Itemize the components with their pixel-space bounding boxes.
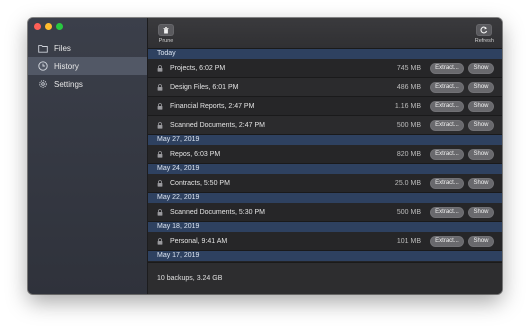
lock-icon bbox=[157, 208, 163, 216]
extract-button[interactable]: Extract... bbox=[430, 119, 464, 131]
main-panel: Prune Refresh Today Projects, 6:02 PM 74… bbox=[148, 18, 502, 294]
list-item[interactable]: Projects, 6:02 PM 745 MB Extract... Show bbox=[148, 59, 502, 78]
backup-size: 101 MB bbox=[396, 237, 421, 245]
backup-name: Financial Reports, 2:47 PM bbox=[170, 102, 255, 110]
backup-name: Projects, 6:02 PM bbox=[170, 64, 226, 72]
list-item[interactable]: Scanned Documents, 2:47 PM 500 MB Extrac… bbox=[148, 116, 502, 135]
sidebar-item-settings[interactable]: Settings bbox=[28, 75, 147, 93]
gear-icon bbox=[38, 79, 48, 89]
show-button[interactable]: Show bbox=[468, 148, 494, 160]
backup-name: Personal, 9:41 AM bbox=[170, 237, 228, 245]
close-window-button[interactable] bbox=[34, 23, 41, 30]
lock-icon bbox=[157, 83, 163, 91]
app-window: Files History Settings Prune Refresh Tod… bbox=[28, 18, 502, 294]
show-button[interactable]: Show bbox=[468, 62, 494, 74]
list-item[interactable]: Personal, 9:41 AM 101 MB Extract... Show bbox=[148, 232, 502, 251]
backup-size: 500 MB bbox=[396, 121, 421, 129]
list-item[interactable]: Scanned Documents, 5:30 PM 500 MB Extrac… bbox=[148, 203, 502, 222]
folder-icon bbox=[38, 43, 48, 53]
extract-button[interactable]: Extract... bbox=[430, 148, 464, 160]
backup-size: 25.0 MB bbox=[394, 179, 421, 187]
backup-name: Scanned Documents, 2:47 PM bbox=[170, 121, 265, 129]
list-item[interactable]: Repos, 6:03 PM 820 MB Extract... Show bbox=[148, 145, 502, 164]
backup-size: 1.16 MB bbox=[394, 102, 421, 110]
refresh-button[interactable]: Refresh bbox=[475, 24, 494, 44]
show-button[interactable]: Show bbox=[468, 206, 494, 218]
backup-size: 486 MB bbox=[396, 83, 421, 91]
extract-button[interactable]: Extract... bbox=[430, 81, 464, 93]
minimize-window-button[interactable] bbox=[45, 23, 52, 30]
extract-button[interactable]: Extract... bbox=[430, 177, 464, 189]
backup-name: Scanned Documents, 5:30 PM bbox=[170, 208, 265, 216]
status-bar: 10 backups, 3.24 GB bbox=[148, 262, 502, 294]
lock-icon bbox=[157, 179, 163, 187]
backup-name: Contracts, 5:50 PM bbox=[170, 179, 230, 187]
clock-icon bbox=[38, 61, 48, 71]
show-button[interactable]: Show bbox=[468, 119, 494, 131]
window-controls bbox=[34, 23, 63, 30]
backup-size: 745 MB bbox=[396, 64, 421, 72]
section-header-date: May 27, 2019 bbox=[148, 135, 502, 145]
prune-label: Prune bbox=[158, 38, 174, 44]
section-header-today: Today bbox=[148, 49, 502, 59]
lock-icon bbox=[157, 64, 163, 72]
sidebar-item-label: History bbox=[54, 61, 79, 71]
backup-name: Repos, 6:03 PM bbox=[170, 150, 221, 158]
show-button[interactable]: Show bbox=[468, 81, 494, 93]
sidebar-item-label: Files bbox=[54, 43, 71, 53]
list-item[interactable]: Financial Reports, 2:47 PM 1.16 MB Extra… bbox=[148, 97, 502, 116]
show-button[interactable]: Show bbox=[468, 177, 494, 189]
lock-icon bbox=[157, 237, 163, 245]
sidebar-item-label: Settings bbox=[54, 79, 83, 89]
backup-list: Today Projects, 6:02 PM 745 MB Extract..… bbox=[148, 49, 502, 262]
sidebar-nav: Files History Settings bbox=[28, 39, 147, 93]
toolbar: Prune Refresh bbox=[148, 18, 502, 49]
section-header-date: May 24, 2019 bbox=[148, 164, 502, 174]
extract-button[interactable]: Extract... bbox=[430, 100, 464, 112]
backup-size: 820 MB bbox=[396, 150, 421, 158]
backup-summary: 10 backups, 3.24 GB bbox=[157, 275, 223, 282]
refresh-icon bbox=[476, 24, 493, 36]
show-button[interactable]: Show bbox=[468, 235, 494, 247]
lock-icon bbox=[157, 150, 163, 158]
sidebar-item-files[interactable]: Files bbox=[28, 39, 147, 57]
lock-icon bbox=[157, 102, 163, 110]
section-header-date: May 18, 2019 bbox=[148, 222, 502, 232]
list-item[interactable]: Contracts, 5:50 PM 25.0 MB Extract... Sh… bbox=[148, 174, 502, 193]
section-header-date: May 22, 2019 bbox=[148, 193, 502, 203]
lock-icon bbox=[157, 121, 163, 129]
extract-button[interactable]: Extract... bbox=[430, 206, 464, 218]
show-button[interactable]: Show bbox=[468, 100, 494, 112]
section-header-date: May 17, 2019 bbox=[148, 251, 502, 261]
refresh-label: Refresh bbox=[474, 38, 494, 44]
prune-button[interactable]: Prune bbox=[158, 24, 174, 44]
backup-size: 500 MB bbox=[396, 208, 421, 216]
list-item[interactable]: Design Files, 6:01 PM 486 MB Extract... … bbox=[148, 78, 502, 97]
trash-icon bbox=[158, 24, 174, 36]
backup-name: Design Files, 6:01 PM bbox=[170, 83, 239, 91]
sidebar-item-history[interactable]: History bbox=[28, 57, 147, 75]
sidebar: Files History Settings bbox=[28, 18, 148, 294]
extract-button[interactable]: Extract... bbox=[430, 62, 464, 74]
zoom-window-button[interactable] bbox=[56, 23, 63, 30]
extract-button[interactable]: Extract... bbox=[430, 235, 464, 247]
